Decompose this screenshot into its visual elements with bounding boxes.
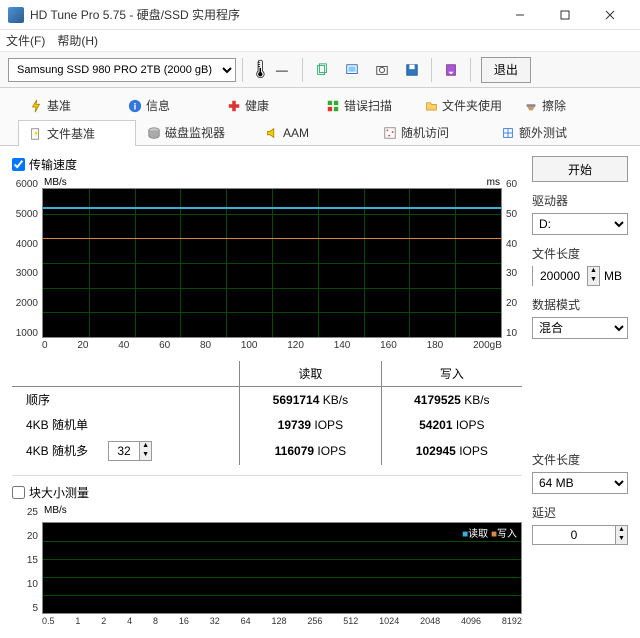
chart2-legend: ■读取 ■写入 <box>462 525 517 540</box>
tab-folder-usage[interactable]: 文件夹使用 <box>414 92 513 118</box>
mode-label: 数据模式 <box>532 296 628 313</box>
random-icon <box>383 126 397 140</box>
disk-icon <box>147 126 161 140</box>
chart2-yaxis: 252015105 <box>12 505 42 628</box>
tab-random-access[interactable]: 随机访问 <box>372 119 490 145</box>
chart1-yaxis-right: 605040302010 <box>502 177 522 353</box>
chart2-xaxis: 0.512481632641282565121024204840968192 <box>42 614 522 628</box>
delay-spinner[interactable]: ▲▼ <box>532 525 628 545</box>
menu-file[interactable]: 文件(F) <box>6 32 45 49</box>
mode-select[interactable]: 混合 <box>532 317 628 339</box>
results-table: 读取写入 顺序5691714 KB/s4179525 KB/s 4KB 随机单1… <box>12 361 522 465</box>
info-icon: i <box>128 99 142 113</box>
temp-value: — <box>276 63 296 77</box>
write-header: 写入 <box>381 361 522 387</box>
exit-button[interactable]: 退出 <box>481 57 531 83</box>
read-trace <box>43 207 501 209</box>
menubar: 文件(F) 帮助(H) <box>0 30 640 52</box>
threads-spinner[interactable]: ▲▼ <box>108 441 152 461</box>
filelen2-select[interactable]: 64 MB <box>532 472 628 494</box>
chart1-xaxis: 020406080100120140160180200gB <box>42 338 502 353</box>
drive-label: 驱动器 <box>532 192 628 209</box>
scan-icon <box>326 99 340 113</box>
spin-down[interactable]: ▼ <box>139 451 151 460</box>
read-header: 读取 <box>240 361 382 387</box>
screenshot-button[interactable] <box>339 57 365 83</box>
erase-icon <box>524 99 538 113</box>
transfer-speed-checkbox[interactable] <box>12 158 25 171</box>
tab-health[interactable]: 健康 <box>216 92 315 118</box>
close-button[interactable] <box>587 1 632 29</box>
tab-extra-tests[interactable]: 额外测试 <box>490 119 608 145</box>
row-4kb-multi: 4KB 随机多 <box>26 444 88 458</box>
copy-button[interactable] <box>309 57 335 83</box>
bolt-icon <box>29 99 43 113</box>
tab-aam[interactable]: AAM <box>254 119 372 145</box>
blocksize-chart: ■读取 ■写入 <box>42 522 522 614</box>
row-sequential: 顺序 <box>12 387 240 413</box>
device-select[interactable]: Samsung SSD 980 PRO 2TB (2000 gB) <box>8 58 236 82</box>
blocksize-checkbox[interactable] <box>12 486 25 499</box>
save-button[interactable] <box>399 57 425 83</box>
blocksize-checkbox-row: 块大小测量 <box>12 484 522 501</box>
maximize-button[interactable] <box>542 1 587 29</box>
svg-text:i: i <box>134 101 137 112</box>
filelen-spinner[interactable]: ▲▼ <box>532 266 600 286</box>
start-button[interactable]: 开始 <box>532 156 628 182</box>
drive-select[interactable]: D: <box>532 213 628 235</box>
window-title: HD Tune Pro 5.75 - 硬盘/SSD 实用程序 <box>30 6 497 23</box>
folder-icon <box>425 99 438 113</box>
transfer-chart <box>42 188 502 338</box>
chart1-yaxis-left: 600050004000300020001000 <box>12 177 42 353</box>
write-trace <box>43 238 501 239</box>
menu-help[interactable]: 帮助(H) <box>57 32 98 49</box>
delay-label: 延迟 <box>532 504 628 521</box>
filebench-icon <box>29 127 43 141</box>
blocksize-label: 块大小测量 <box>29 484 89 501</box>
tab-error-scan[interactable]: 错误扫描 <box>315 92 414 118</box>
row-4kb-single: 4KB 随机单 <box>12 412 240 437</box>
tab-bar: 基准 i信息 健康 错误扫描 文件夹使用 擦除 文件基准 磁盘监视器 AAM 随… <box>0 88 640 146</box>
minimize-button[interactable] <box>497 1 542 29</box>
titlebar: HD Tune Pro 5.75 - 硬盘/SSD 实用程序 <box>0 0 640 30</box>
transfer-speed-label: 传输速度 <box>29 156 77 173</box>
options-button[interactable] <box>438 57 464 83</box>
tab-benchmark[interactable]: 基准 <box>18 92 117 118</box>
app-icon <box>8 7 24 23</box>
plus-icon <box>227 99 241 113</box>
speaker-icon <box>265 126 279 140</box>
thermometer-icon: 🌡 <box>249 59 272 80</box>
tab-info[interactable]: i信息 <box>117 92 216 118</box>
transfer-speed-checkbox-row: 传输速度 <box>12 156 522 173</box>
extra-icon <box>501 126 515 140</box>
tab-disk-monitor[interactable]: 磁盘监视器 <box>136 119 254 145</box>
tab-file-benchmark[interactable]: 文件基准 <box>18 120 136 146</box>
toolbar: Samsung SSD 980 PRO 2TB (2000 gB) 🌡 — 退出 <box>0 52 640 88</box>
filelen2-label: 文件长度 <box>532 451 628 468</box>
filelen-label: 文件长度 <box>532 245 628 262</box>
camera-button[interactable] <box>369 57 395 83</box>
tab-erase[interactable]: 擦除 <box>513 92 612 118</box>
spin-up[interactable]: ▲ <box>139 442 151 451</box>
